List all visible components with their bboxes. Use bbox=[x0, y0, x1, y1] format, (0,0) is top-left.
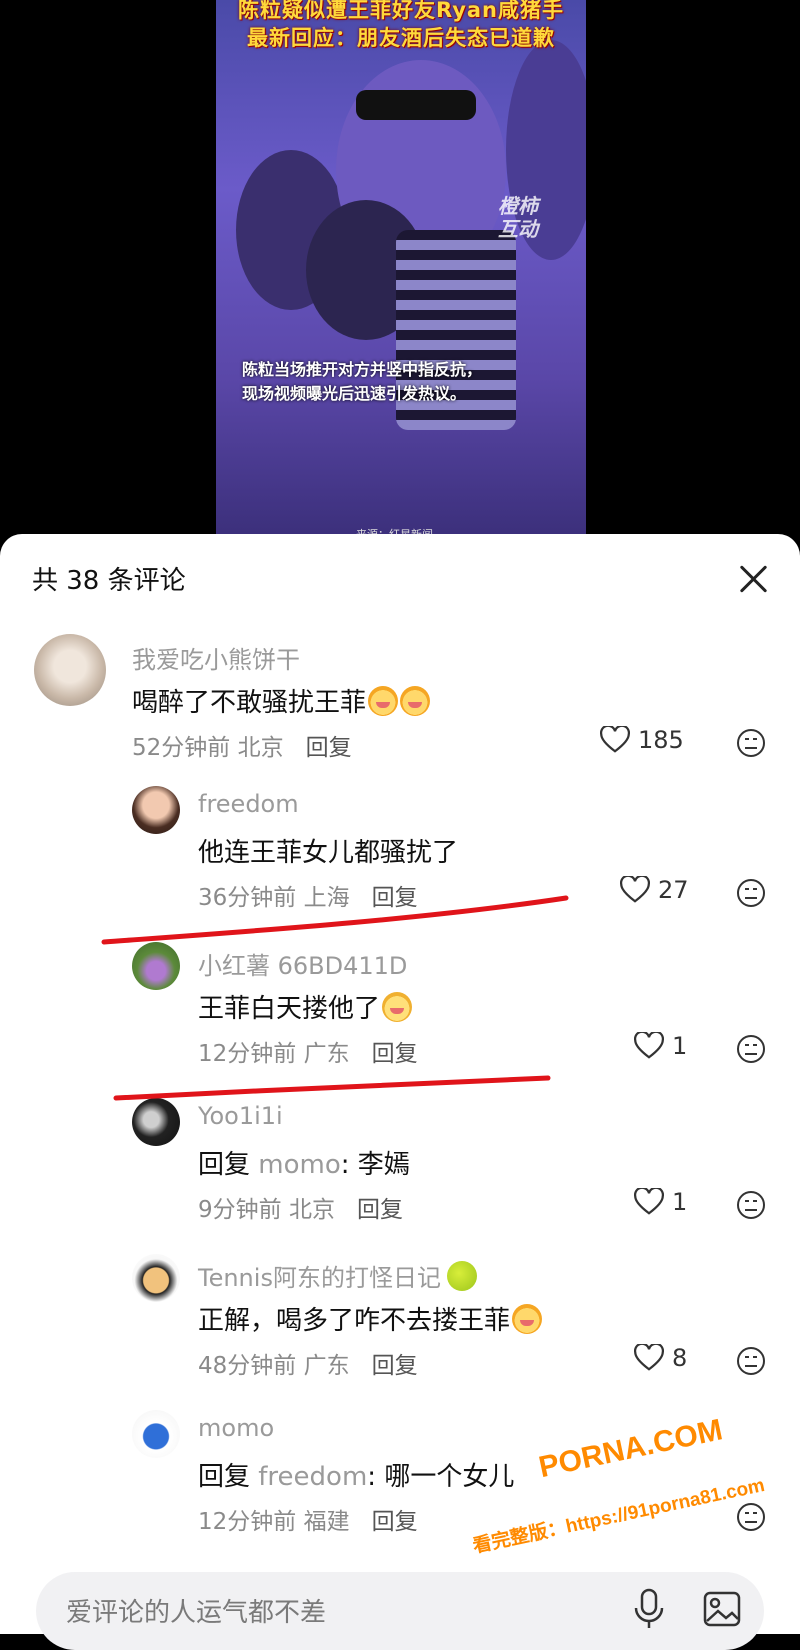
dislike-emoji-icon[interactable] bbox=[736, 728, 766, 758]
laughing-emoji-icon bbox=[400, 686, 431, 716]
red-underline-annotation bbox=[101, 895, 569, 1101]
avatar[interactable] bbox=[132, 1254, 180, 1302]
laughing-emoji-icon bbox=[512, 1304, 543, 1334]
comment-username-text: Tennis阿东的打怪日记 bbox=[198, 1264, 441, 1292]
comment-text: 回复 freedom: 哪一个女儿 bbox=[198, 1456, 514, 1493]
comment-username[interactable]: freedom bbox=[198, 790, 299, 818]
comment-time: 48分钟前 bbox=[198, 1353, 297, 1379]
close-icon[interactable] bbox=[738, 564, 768, 594]
video-watermark-2: 互动 bbox=[498, 217, 538, 241]
comment-input-placeholder: 爱评论的人运气都不差 bbox=[66, 1598, 327, 1628]
reply-prefix: 回复 bbox=[198, 1462, 251, 1492]
comment-item: Yoo1i1i 回复 momo: 李嫣 9分钟前 北京 回复 1 bbox=[0, 1098, 800, 1248]
comment-item: Tennis阿东的打怪日记 正解，喝多了咋不去搂王菲 48分钟前 广东 回复 8 bbox=[0, 1254, 800, 1404]
like-count: 8 bbox=[672, 1344, 688, 1372]
comment-meta: 52分钟前 北京 回复 bbox=[132, 728, 352, 762]
comment-username[interactable]: Tennis阿东的打怪日记 bbox=[198, 1258, 477, 1293]
video-figure bbox=[356, 90, 476, 120]
comment-username[interactable]: 我爱吃小熊饼干 bbox=[132, 640, 300, 675]
heart-icon bbox=[634, 1188, 664, 1215]
comment-username[interactable]: momo bbox=[198, 1414, 274, 1442]
comment-time: 12分钟前 bbox=[198, 1509, 297, 1535]
comment-location: 北京 bbox=[237, 735, 284, 761]
comment-input-bar[interactable]: 爱评论的人运气都不差 bbox=[36, 1572, 764, 1650]
comment-text: 喝醉了不敢骚扰王菲 bbox=[132, 682, 431, 719]
comment-meta: 9分钟前 北京 回复 bbox=[198, 1190, 403, 1224]
dislike-emoji-icon[interactable] bbox=[736, 1502, 766, 1532]
tennis-ball-icon bbox=[446, 1261, 477, 1291]
avatar[interactable] bbox=[132, 1410, 180, 1458]
video-caption-1: 陈粒当场推开对方并竖中指反抗， bbox=[242, 360, 483, 379]
avatar[interactable] bbox=[132, 786, 180, 834]
laughing-emoji-icon bbox=[368, 686, 399, 716]
comment-text-body: 喝醉了不敢骚扰王菲 bbox=[132, 688, 367, 718]
video-caption-2: 现场视频曝光后迅速引发热议。 bbox=[242, 384, 467, 403]
comment-text: 他连王菲女儿都骚扰了 bbox=[198, 838, 459, 868]
comment-item: 我爱吃小熊饼干 喝醉了不敢骚扰王菲 52分钟前 北京 回复 185 bbox=[0, 634, 800, 784]
heart-icon bbox=[634, 1344, 664, 1371]
reply-button[interactable]: 回复 bbox=[372, 1509, 418, 1535]
like-button[interactable]: 8 bbox=[634, 1344, 687, 1372]
reply-button[interactable]: 回复 bbox=[357, 1197, 403, 1223]
comment-text: 正解，喝多了咋不去搂王菲 bbox=[198, 1300, 543, 1337]
microphone-icon[interactable] bbox=[632, 1588, 666, 1630]
comment-location: 广东 bbox=[303, 1353, 350, 1379]
comment-meta: 48分钟前 广东 回复 bbox=[198, 1346, 418, 1380]
comment-text-body: : 哪一个女儿 bbox=[367, 1462, 515, 1492]
like-button[interactable]: 185 bbox=[600, 726, 684, 754]
avatar[interactable] bbox=[34, 634, 106, 706]
video-headline-1: 陈粒疑似遭王菲好友Ryan咸猪手 bbox=[237, 0, 565, 22]
image-icon[interactable] bbox=[702, 1590, 742, 1628]
reply-prefix: 回复 bbox=[198, 1150, 251, 1180]
comment-meta: 12分钟前 福建 回复 bbox=[198, 1502, 418, 1536]
video-player[interactable]: 陈粒疑似遭王菲好友Ryan咸猪手 最新回应：朋友酒后失态已道歉 橙柿 互动 陈粒… bbox=[216, 0, 586, 540]
like-count: 1 bbox=[672, 1188, 688, 1216]
comment-text: 回复 momo: 李嫣 bbox=[198, 1144, 410, 1181]
dislike-emoji-icon[interactable] bbox=[736, 1190, 766, 1220]
reply-button[interactable]: 回复 bbox=[306, 735, 352, 761]
comment-text-body: : 李嫣 bbox=[340, 1150, 410, 1180]
comment-location: 北京 bbox=[288, 1197, 335, 1223]
comment-count-title: 共 38 条评论 bbox=[32, 566, 186, 596]
comment-text-body: 正解，喝多了咋不去搂王菲 bbox=[198, 1306, 511, 1336]
reply-button[interactable]: 回复 bbox=[372, 1353, 418, 1379]
video-watermark-1: 橙柿 bbox=[498, 194, 538, 218]
like-count: 185 bbox=[638, 726, 684, 754]
comment-location: 福建 bbox=[303, 1509, 350, 1535]
comment-time: 9分钟前 bbox=[198, 1197, 282, 1223]
heart-icon bbox=[600, 726, 630, 753]
reply-target-user[interactable]: freedom bbox=[258, 1462, 367, 1492]
like-button[interactable]: 1 bbox=[634, 1188, 687, 1216]
dislike-emoji-icon[interactable] bbox=[736, 1346, 766, 1376]
reply-target-user[interactable]: momo bbox=[258, 1150, 340, 1180]
comment-time: 52分钟前 bbox=[132, 735, 231, 761]
video-headline-2: 最新回应：朋友酒后失态已道歉 bbox=[247, 26, 555, 50]
